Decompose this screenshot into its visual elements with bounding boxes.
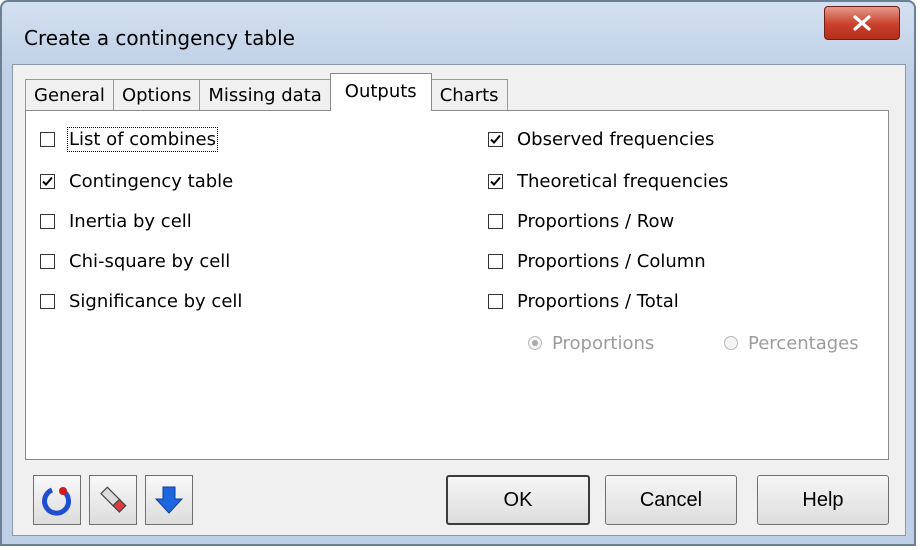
- clear-button[interactable]: [89, 475, 137, 525]
- help-button[interactable]: Help: [757, 475, 889, 525]
- percentages-radio[interactable]: [724, 336, 738, 350]
- dialog-button-bar: OK Cancel Help: [25, 471, 889, 529]
- observed-frequencies-option[interactable]: Observed frequencies: [488, 125, 714, 153]
- theoretical-frequencies-checkbox[interactable]: [488, 173, 503, 189]
- proportions-radio-label: Proportions: [552, 332, 655, 354]
- proportions-total-checkbox[interactable]: [488, 293, 503, 309]
- collapse-button[interactable]: [145, 475, 193, 525]
- reset-icon: [42, 487, 71, 516]
- window-title: Create a contingency table: [24, 26, 295, 50]
- observed-frequencies-checkbox[interactable]: [488, 131, 503, 147]
- tab-options[interactable]: Options: [112, 79, 201, 111]
- proportions-total-label: Proportions / Total: [517, 290, 679, 312]
- title-bar[interactable]: Create a contingency table: [2, 2, 914, 72]
- tab-strip: General Options Missing data Outputs Cha…: [25, 73, 508, 111]
- checkmark-icon: [490, 134, 501, 144]
- proportions-column-label: Proportions / Column: [517, 250, 706, 272]
- contingency-table-checkbox[interactable]: [40, 173, 55, 189]
- inertia-by-cell-option[interactable]: Inertia by cell: [40, 207, 192, 235]
- inertia-by-cell-label: Inertia by cell: [69, 210, 192, 232]
- chi-square-by-cell-option[interactable]: Chi-square by cell: [40, 247, 230, 275]
- ok-button[interactable]: OK: [446, 475, 590, 525]
- close-button[interactable]: [824, 6, 900, 40]
- tab-general[interactable]: General: [25, 79, 114, 111]
- list-of-combines-option[interactable]: List of combines: [40, 125, 218, 153]
- observed-frequencies-label: Observed frequencies: [517, 128, 715, 150]
- significance-by-cell-label: Significance by cell: [69, 290, 243, 312]
- contingency-table-option[interactable]: Contingency table: [40, 167, 233, 195]
- radio-selected-dot: [532, 340, 538, 346]
- list-of-combines-label: List of combines: [67, 126, 218, 152]
- dialog-client-area: General Options Missing data Outputs Cha…: [12, 64, 906, 536]
- chi-square-by-cell-label: Chi-square by cell: [69, 250, 231, 272]
- inertia-by-cell-checkbox[interactable]: [40, 213, 55, 229]
- checkmark-icon: [42, 176, 53, 186]
- proportions-column-checkbox[interactable]: [488, 253, 503, 269]
- proportions-radio[interactable]: [528, 336, 542, 350]
- significance-by-cell-option[interactable]: Significance by cell: [40, 287, 242, 315]
- checkmark-icon: [490, 176, 501, 186]
- contingency-table-label: Contingency table: [69, 170, 234, 192]
- close-icon: [853, 15, 871, 31]
- tab-missing-data[interactable]: Missing data: [199, 79, 331, 111]
- percentages-radio-option[interactable]: Percentages: [724, 329, 859, 357]
- reset-button[interactable]: [33, 475, 81, 525]
- arrow-down-icon: [154, 486, 184, 514]
- theoretical-frequencies-label: Theoretical frequencies: [517, 170, 729, 192]
- theoretical-frequencies-option[interactable]: Theoretical frequencies: [488, 167, 728, 195]
- significance-by-cell-checkbox[interactable]: [40, 293, 55, 309]
- percentages-radio-label: Percentages: [748, 332, 859, 354]
- dialog-window: Create a contingency table General Optio…: [0, 0, 916, 546]
- eraser-icon: [100, 486, 127, 513]
- outputs-panel: List of combines Contingency table Inert…: [25, 110, 889, 460]
- tab-outputs[interactable]: Outputs: [329, 73, 432, 111]
- proportions-row-option[interactable]: Proportions / Row: [488, 207, 674, 235]
- proportions-total-option[interactable]: Proportions / Total: [488, 287, 679, 315]
- proportions-column-option[interactable]: Proportions / Column: [488, 247, 706, 275]
- proportions-radio-option[interactable]: Proportions: [528, 329, 654, 357]
- cancel-button[interactable]: Cancel: [605, 475, 737, 525]
- tab-charts[interactable]: Charts: [430, 79, 508, 111]
- chi-square-by-cell-checkbox[interactable]: [40, 253, 55, 269]
- proportions-row-checkbox[interactable]: [488, 213, 503, 229]
- list-of-combines-checkbox[interactable]: [40, 131, 55, 147]
- proportions-row-label: Proportions / Row: [517, 210, 675, 232]
